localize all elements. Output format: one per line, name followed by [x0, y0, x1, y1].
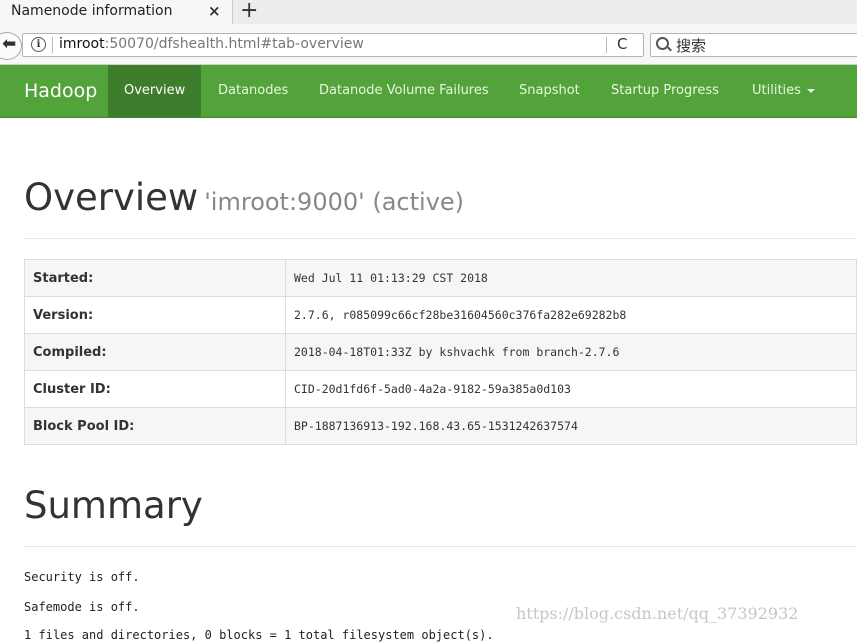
summary-divider	[24, 546, 857, 547]
url-text[interactable]: imroot:50070/dfshealth.html#tab-overview	[59, 36, 364, 52]
summary-files-line: 1 files and directories, 0 blocks = 1 to…	[24, 628, 494, 642]
url-divider-right	[606, 37, 607, 53]
nav-item-snapshot[interactable]: Snapshot	[503, 65, 596, 117]
overview-divider	[24, 238, 857, 239]
hadoop-brand[interactable]: Hadoop	[24, 80, 97, 102]
overview-table: Started: Wed Jul 11 01:13:29 CST 2018 Ve…	[24, 259, 857, 445]
chevron-down-icon	[806, 88, 815, 93]
browser-tab[interactable]: Namenode information ×	[0, 0, 233, 24]
hadoop-navbar: Hadoop Overview Datanodes Datanode Volum…	[0, 65, 857, 118]
row-key-block-pool-id: Block Pool ID:	[24, 407, 286, 445]
overview-title: Overview	[24, 176, 199, 219]
back-arrow-icon: ⬅	[2, 34, 17, 54]
table-row: Block Pool ID: BP-1887136913-192.168.43.…	[24, 407, 857, 445]
url-path: :50070/dfshealth.html#tab-overview	[104, 36, 364, 52]
new-tab-icon[interactable]: +	[240, 0, 258, 23]
summary-title: Summary	[24, 484, 203, 527]
row-key-started: Started:	[24, 259, 286, 297]
row-key-version: Version:	[24, 296, 286, 334]
watermark-text: https://blog.csdn.net/qq_37392932	[516, 604, 799, 623]
row-value-compiled: 2018-04-18T01:33Z by kshvachk from branc…	[285, 333, 857, 371]
url-host: imroot	[59, 36, 105, 52]
row-key-compiled: Compiled:	[24, 333, 286, 371]
row-value-block-pool-id: BP-1887136913-192.168.43.65-153124263757…	[285, 407, 857, 445]
nav-item-datanode-volume-failures[interactable]: Datanode Volume Failures	[303, 65, 505, 117]
url-divider	[52, 37, 53, 53]
search-placeholder: 搜索	[676, 37, 707, 55]
overview-subtitle: 'imroot:9000' (active)	[204, 188, 465, 216]
nav-item-startup-progress[interactable]: Startup Progress	[595, 65, 735, 117]
nav-item-utilities[interactable]: Utilities	[736, 65, 831, 117]
summary-security-line: Security is off.	[24, 570, 140, 584]
nav-item-datanodes[interactable]: Datanodes	[202, 65, 304, 117]
address-bar[interactable]: i imroot:50070/dfshealth.html#tab-overvi…	[22, 33, 644, 57]
back-button[interactable]: ⬅	[0, 32, 22, 60]
browser-toolbar: ⬅ i imroot:50070/dfshealth.html#tab-over…	[0, 24, 857, 65]
summary-safemode-line: Safemode is off.	[24, 600, 140, 614]
browser-tab-strip: Namenode information × +	[0, 0, 857, 24]
table-row: Cluster ID: CID-20d1fd6f-5ad0-4a2a-9182-…	[24, 370, 857, 408]
nav-item-overview[interactable]: Overview	[108, 65, 202, 117]
nav-item-utilities-label: Utilities	[752, 83, 801, 98]
table-row: Version: 2.7.6, r085099c66cf28be31604560…	[24, 296, 857, 334]
close-tab-icon[interactable]: ×	[208, 2, 221, 20]
table-row: Compiled: 2018-04-18T01:33Z by kshvachk …	[24, 333, 857, 371]
row-value-version: 2.7.6, r085099c66cf28be31604560c376fa282…	[285, 296, 857, 334]
browser-tab-title: Namenode information	[11, 3, 173, 19]
reload-icon[interactable]: C	[617, 35, 627, 53]
info-icon[interactable]: i	[31, 37, 46, 52]
row-value-cluster-id: CID-20d1fd6f-5ad0-4a2a-9182-59a385a0d103	[285, 370, 857, 408]
row-value-started: Wed Jul 11 01:13:29 CST 2018	[285, 259, 857, 297]
page-title: Overview'imroot:9000' (active)	[24, 176, 464, 219]
search-icon	[656, 37, 669, 50]
search-input[interactable]: 搜索	[650, 33, 857, 57]
row-key-cluster-id: Cluster ID:	[24, 370, 286, 408]
table-row: Started: Wed Jul 11 01:13:29 CST 2018	[24, 259, 857, 297]
